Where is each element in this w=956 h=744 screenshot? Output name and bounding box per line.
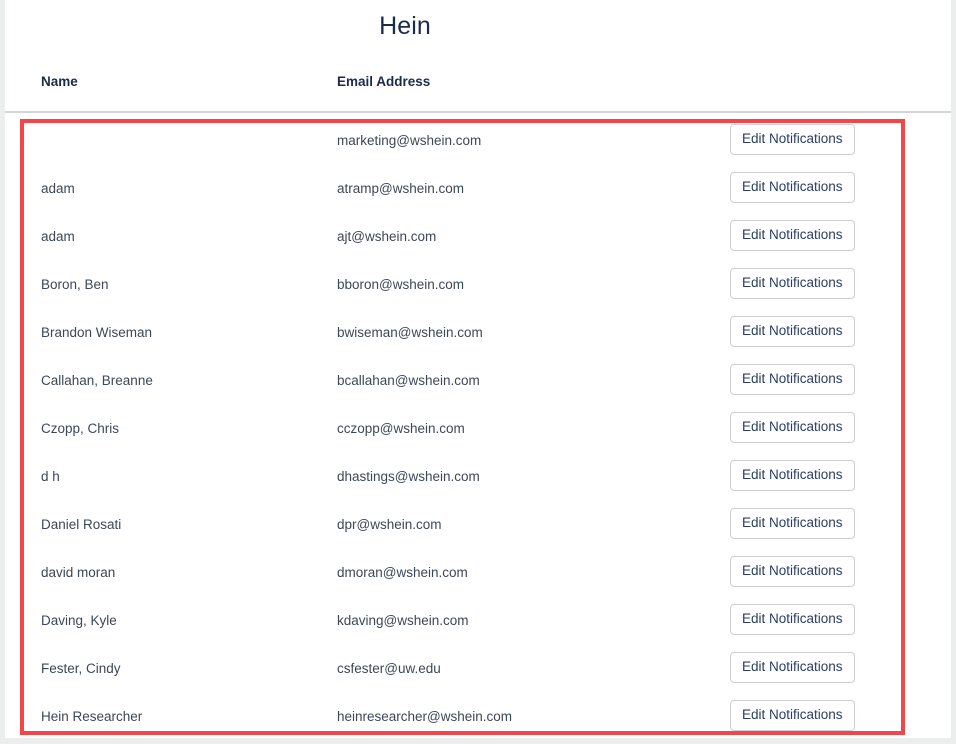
cell-action: Edit Notifications	[730, 412, 855, 443]
page-title: Hein	[379, 12, 431, 40]
page-surface: Hein Name Email Address marketing@wshein…	[5, 0, 951, 738]
cell-name: david moran	[41, 565, 116, 580]
cell-email: ajt@wshein.com	[337, 229, 437, 244]
cell-name: adam	[41, 229, 75, 244]
cell-email: atramp@wshein.com	[337, 181, 464, 196]
edit-notifications-button[interactable]: Edit Notifications	[730, 220, 855, 251]
cell-action: Edit Notifications	[730, 316, 855, 347]
table-column-headers: Name Email Address	[5, 74, 951, 113]
bottom-strip	[0, 738, 956, 744]
table-row: david moran dmoran@wshein.com Edit Notific…	[5, 551, 951, 599]
cell-action: Edit Notifications	[730, 604, 855, 635]
column-header-name: Name	[41, 74, 78, 89]
edit-notifications-button[interactable]: Edit Notifications	[730, 604, 855, 635]
edit-notifications-button[interactable]: Edit Notifications	[730, 268, 855, 299]
cell-name: Fester, Cindy	[41, 661, 121, 676]
edit-notifications-button[interactable]: Edit Notifications	[730, 652, 855, 683]
column-header-email: Email Address	[337, 74, 431, 89]
table-row: Hein Researcher heinresearcher@wshein.com…	[5, 695, 951, 738]
edit-notifications-button[interactable]: Edit Notifications	[730, 124, 855, 155]
edit-notifications-button[interactable]: Edit Notifications	[730, 460, 855, 491]
table-row: Callahan, Breanne bcallahan@wshein.com Edi…	[5, 359, 951, 407]
cell-name: Brandon Wiseman	[41, 325, 153, 340]
cell-email: dmoran@wshein.com	[337, 565, 468, 580]
cell-name: Callahan, Breanne	[41, 373, 153, 388]
edit-notifications-button[interactable]: Edit Notifications	[730, 700, 855, 731]
table-row: adam ajt@wshein.com Edit Notifications	[5, 215, 951, 263]
cell-action: Edit Notifications	[730, 220, 855, 251]
edit-notifications-button[interactable]: Edit Notifications	[730, 172, 855, 203]
cell-action: Edit Notifications	[730, 124, 855, 155]
user-table-body: marketing@wshein.com Edit Notifications ad…	[5, 119, 951, 738]
cell-email: marketing@wshein.com	[337, 133, 482, 148]
cell-name: Boron, Ben	[41, 277, 109, 292]
cell-email: csfester@uw.edu	[337, 661, 441, 676]
cell-action: Edit Notifications	[730, 556, 855, 587]
edit-notifications-button[interactable]: Edit Notifications	[730, 412, 855, 443]
table-row: Brandon Wiseman bwiseman@wshein.com Edit N…	[5, 311, 951, 359]
cell-email: bboron@wshein.com	[337, 277, 465, 292]
edit-notifications-button[interactable]: Edit Notifications	[730, 556, 855, 587]
cell-email: dpr@wshein.com	[337, 517, 442, 532]
cell-action: Edit Notifications	[730, 508, 855, 539]
table-row: marketing@wshein.com Edit Notifications	[5, 119, 951, 167]
cell-email: heinresearcher@wshein.com	[337, 709, 513, 724]
cell-action: Edit Notifications	[730, 460, 855, 491]
cell-email: bwiseman@wshein.com	[337, 325, 483, 340]
edit-notifications-button[interactable]: Edit Notifications	[730, 508, 855, 539]
cell-action: Edit Notifications	[730, 364, 855, 395]
cell-action: Edit Notifications	[730, 652, 855, 683]
table-row: Daving, Kyle kdaving@wshein.com Edit Notif…	[5, 599, 951, 647]
table-row: d h dhastings@wshein.com Edit Notification…	[5, 455, 951, 503]
cell-email: dhastings@wshein.com	[337, 469, 480, 484]
edit-notifications-button[interactable]: Edit Notifications	[730, 364, 855, 395]
cell-name: Daniel Rosati	[41, 517, 122, 532]
cell-name: Daving, Kyle	[41, 613, 117, 628]
table-row: adam atramp@wshein.com Edit Notifications	[5, 167, 951, 215]
cell-action: Edit Notifications	[730, 700, 855, 731]
cell-action: Edit Notifications	[730, 172, 855, 203]
cell-email: bcallahan@wshein.com	[337, 373, 480, 388]
cell-action: Edit Notifications	[730, 268, 855, 299]
table-row: Fester, Cindy csfester@uw.edu Edit Notific…	[5, 647, 951, 695]
cell-name: Hein Researcher	[41, 709, 143, 724]
table-row: Boron, Ben bboron@wshein.com Edit Notifica…	[5, 263, 951, 311]
cell-email: cczopp@wshein.com	[337, 421, 465, 436]
cell-name: d h	[41, 469, 60, 484]
cell-email: kdaving@wshein.com	[337, 613, 469, 628]
cell-name: adam	[41, 181, 75, 196]
cell-name: Czopp, Chris	[41, 421, 120, 436]
table-row: Daniel Rosati dpr@wshein.com Edit Notifica…	[5, 503, 951, 551]
table-row: Czopp, Chris cczopp@wshein.com Edit Notifi…	[5, 407, 951, 455]
edit-notifications-button[interactable]: Edit Notifications	[730, 316, 855, 347]
